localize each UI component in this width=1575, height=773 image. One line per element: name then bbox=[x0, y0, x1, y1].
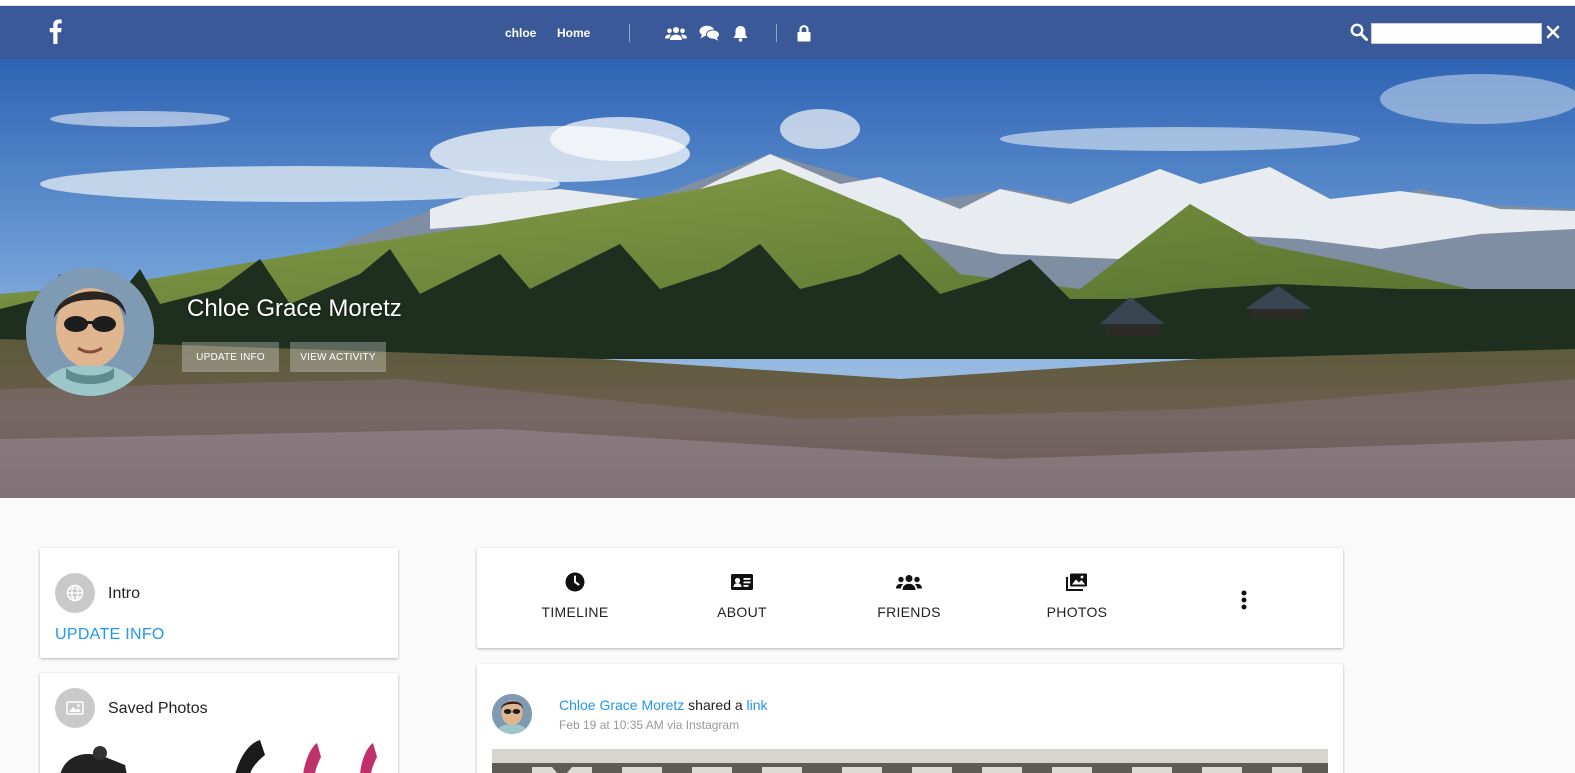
tab-friends[interactable]: FRIENDS bbox=[859, 548, 959, 648]
tab-about[interactable]: ABOUT bbox=[692, 548, 792, 648]
update-info-button[interactable]: UPDATE INFO bbox=[182, 342, 279, 372]
nav-divider bbox=[776, 24, 777, 42]
lock-icon[interactable] bbox=[796, 23, 812, 43]
globe-icon bbox=[55, 573, 95, 613]
messages-icon[interactable] bbox=[698, 23, 720, 43]
view-activity-button[interactable]: VIEW ACTIVITY bbox=[290, 342, 386, 372]
profile-tabs-card: TIMELINE ABOUT FRIENDS PHOTOS bbox=[477, 548, 1343, 648]
nav-divider bbox=[629, 24, 630, 42]
tab-label: PHOTOS bbox=[1046, 604, 1108, 620]
saved-photos-thumbnails[interactable] bbox=[55, 735, 385, 773]
post-object-link[interactable]: link bbox=[747, 697, 768, 713]
search-input[interactable] bbox=[1371, 23, 1542, 44]
profile-name: Chloe Grace Moretz bbox=[187, 295, 402, 322]
tab-label: FRIENDS bbox=[877, 604, 941, 620]
post-action-text: shared a bbox=[688, 697, 743, 713]
intro-update-info-link[interactable]: UPDATE INFO bbox=[55, 626, 165, 644]
intro-title: Intro bbox=[108, 585, 141, 602]
close-icon[interactable] bbox=[1546, 22, 1560, 42]
profile-avatar[interactable] bbox=[26, 268, 154, 396]
post-shared-image[interactable] bbox=[492, 749, 1328, 773]
top-navbar: chloe Home bbox=[0, 6, 1575, 59]
post-card: Chloe Grace Moretz shared a link Feb 19 … bbox=[477, 664, 1343, 773]
id-card-icon bbox=[731, 572, 753, 592]
nav-home-link[interactable]: Home bbox=[557, 26, 590, 40]
more-vertical-icon[interactable] bbox=[1232, 588, 1256, 612]
friends-icon bbox=[896, 572, 922, 592]
tab-photos[interactable]: PHOTOS bbox=[1027, 548, 1127, 648]
cover-photo: Chloe Grace Moretz UPDATE INFO VIEW ACTI… bbox=[0, 59, 1575, 498]
post-author-link[interactable]: Chloe Grace Moretz bbox=[559, 697, 684, 713]
post-headline: Chloe Grace Moretz shared a link bbox=[559, 697, 768, 713]
friends-icon[interactable] bbox=[665, 23, 687, 43]
post-author-avatar[interactable] bbox=[492, 694, 532, 734]
search-icon[interactable] bbox=[1350, 23, 1368, 41]
notifications-bell-icon[interactable] bbox=[732, 23, 748, 43]
saved-photos-title: Saved Photos bbox=[108, 700, 208, 717]
nav-user-link[interactable]: chloe bbox=[505, 26, 536, 40]
image-icon bbox=[55, 688, 95, 728]
tab-timeline[interactable]: TIMELINE bbox=[525, 548, 625, 648]
tab-label: ABOUT bbox=[717, 604, 767, 620]
saved-photos-card: Saved Photos bbox=[40, 673, 398, 773]
post-timestamp: Feb 19 at 10:35 AM via Instagram bbox=[559, 718, 740, 732]
tab-label: TIMELINE bbox=[541, 604, 609, 620]
intro-card: Intro UPDATE INFO bbox=[40, 548, 398, 658]
photos-icon bbox=[1066, 572, 1088, 592]
facebook-f-icon[interactable] bbox=[46, 18, 64, 44]
clock-icon bbox=[565, 572, 585, 592]
